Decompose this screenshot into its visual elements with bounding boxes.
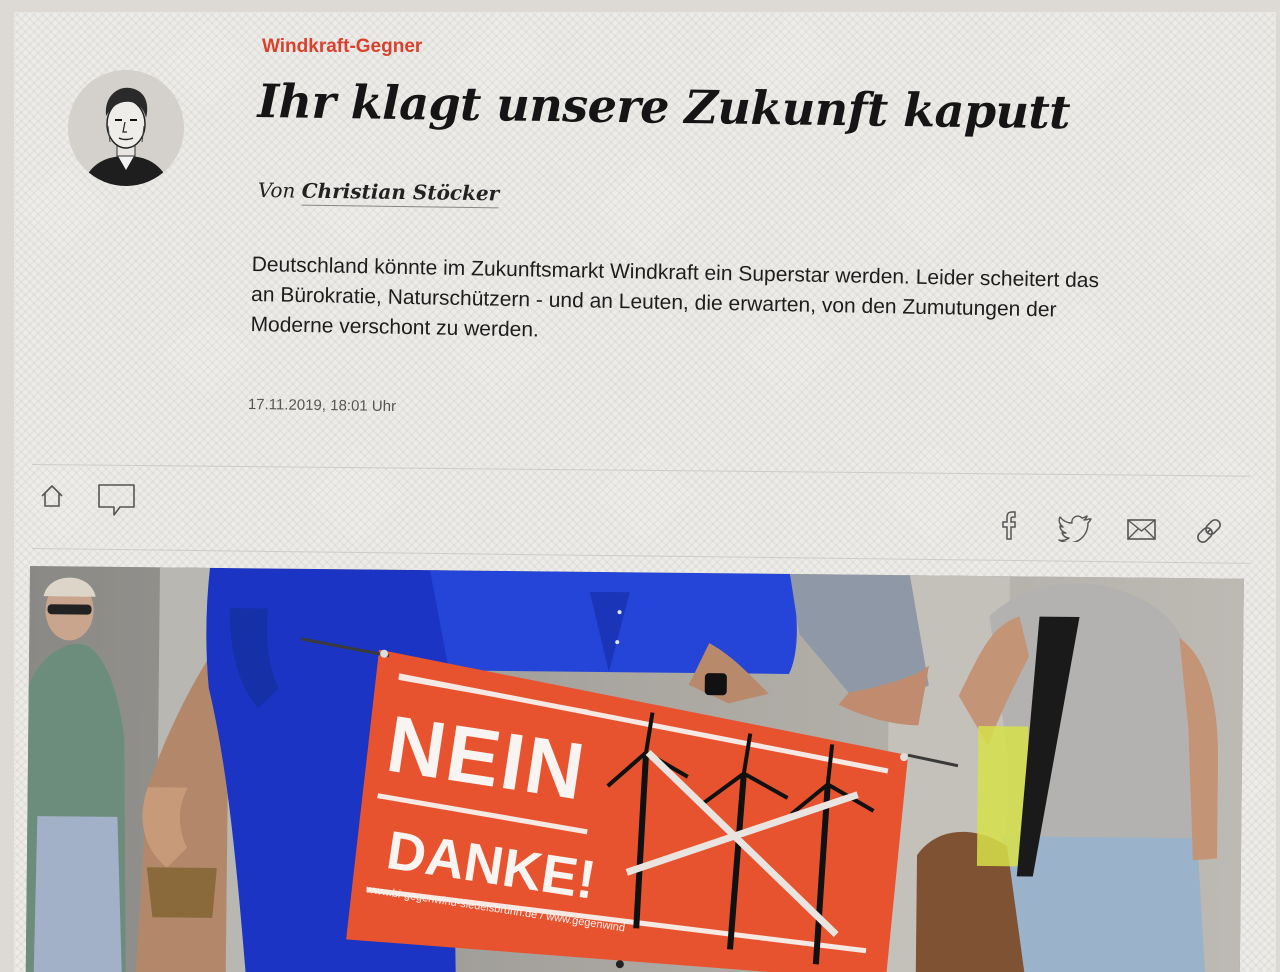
toolbar-bottom-divider (31, 548, 1250, 564)
article-teaser: Deutschland könnte im Zukunftsmarkt Wind… (250, 252, 1100, 342)
author-avatar[interactable] (68, 70, 184, 186)
facebook-icon[interactable] (998, 508, 1020, 542)
twitter-icon[interactable] (1058, 514, 1092, 542)
article-headline: Ihr klagt unsere Zukunft kaputt (257, 74, 1071, 140)
mail-icon[interactable] (1126, 518, 1158, 542)
article-hero-image[interactable]: NEIN DANKE! www.bi-gegenwind-siedelsbrun… (25, 566, 1244, 972)
article-timestamp: 17.11.2019, 18:01 Uhr (247, 396, 397, 416)
home-icon[interactable] (38, 482, 66, 510)
article-kicker[interactable]: Windkraft-Gegner (262, 36, 422, 58)
link-icon[interactable] (1194, 516, 1224, 546)
browser-viewport: Windkraft-Gegner Ihr klagt unsere Zukunf… (14, 12, 1276, 972)
author-link[interactable]: Christian Stöcker (301, 178, 500, 209)
toolbar-top-divider (31, 464, 1250, 477)
byline-prefix: Von (257, 178, 296, 203)
article-byline: Von Christian Stöcker (257, 178, 500, 209)
comment-icon[interactable] (96, 482, 138, 518)
